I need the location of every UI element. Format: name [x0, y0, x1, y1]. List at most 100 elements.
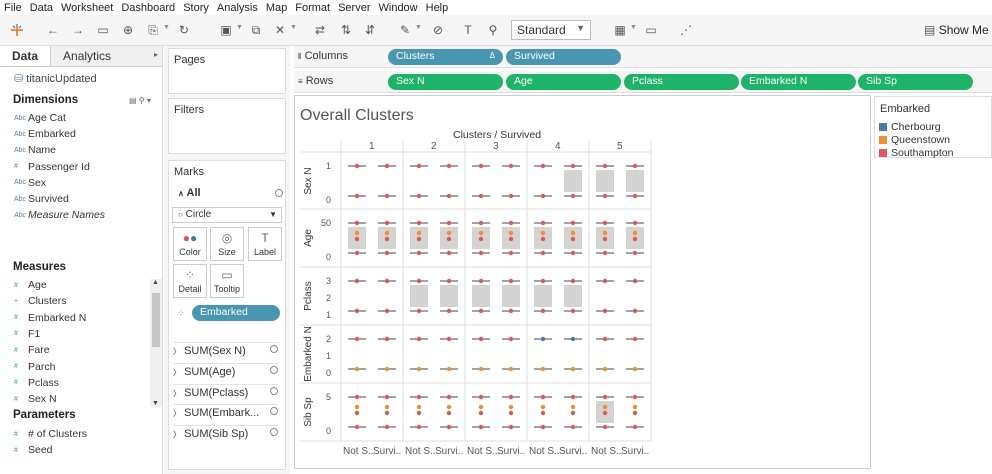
- pane-menu-icon[interactable]: ▸: [154, 50, 158, 59]
- scroll-thumb[interactable]: [152, 293, 160, 347]
- data-point: [416, 308, 422, 314]
- menu-dashboard[interactable]: Dashboard: [117, 2, 179, 14]
- marks-measure-row[interactable]: 〉 SUM(Pclass): [173, 383, 278, 399]
- tab-data[interactable]: Data: [0, 46, 51, 66]
- measure-age[interactable]: # Age: [14, 279, 47, 291]
- new-datasource-icon[interactable]: ⊕: [120, 22, 136, 38]
- embarked-color-pill[interactable]: Embarked: [192, 305, 280, 321]
- menu-format[interactable]: Format: [291, 2, 334, 14]
- color-button[interactable]: ●● Color: [173, 227, 207, 261]
- marks-measure-row[interactable]: 〉 SUM(Age): [173, 362, 278, 378]
- measure-parch[interactable]: # Parch: [14, 361, 55, 373]
- show-me-button[interactable]: ▤ Show Me: [924, 23, 989, 37]
- chevron-down-icon[interactable]: ▾: [147, 96, 151, 105]
- marks-measure-row[interactable]: 〉 SUM(Embark...: [173, 404, 278, 419]
- share-icon[interactable]: ⋰: [678, 22, 694, 38]
- measure-pclass[interactable]: # Pclass: [14, 377, 59, 389]
- group-icon[interactable]: ⊘: [430, 22, 446, 38]
- rows-icon: ≡: [298, 77, 303, 86]
- save-icon[interactable]: ▭: [95, 22, 111, 38]
- scroll-down-icon[interactable]: ▼: [152, 400, 159, 407]
- embarked-n-row-pill[interactable]: Embarked N: [741, 74, 856, 90]
- chevron-down-icon[interactable]: ▼: [290, 24, 297, 34]
- pin-icon[interactable]: ⚲: [485, 22, 501, 38]
- marks-all[interactable]: ∧ All: [178, 187, 283, 199]
- legend-item-cherbourg[interactable]: Cherbourg: [879, 121, 941, 133]
- highlight-icon[interactable]: ✎: [397, 22, 413, 38]
- menu-window[interactable]: Window: [375, 2, 422, 14]
- tooltip-button[interactable]: ▭ Tooltip: [210, 264, 244, 298]
- size-button[interactable]: ◎ Size: [210, 227, 244, 261]
- dimension-name[interactable]: Abc Name: [14, 144, 56, 156]
- filters-card[interactable]: Filters: [168, 98, 286, 154]
- dimension-embarked[interactable]: Abc Embarked: [14, 128, 76, 140]
- pages-card[interactable]: Pages: [168, 48, 286, 94]
- dimension-sex[interactable]: Abc Sex: [14, 177, 46, 189]
- legend-item-southampton[interactable]: Southampton: [879, 147, 953, 159]
- data-point: [602, 308, 608, 314]
- refresh-icon[interactable]: ↻: [176, 22, 192, 38]
- marks-measure-row[interactable]: 〉 SUM(Sex N): [173, 342, 278, 357]
- menu-worksheet[interactable]: Worksheet: [57, 2, 117, 14]
- menu-server[interactable]: Server: [334, 2, 374, 14]
- menu-map[interactable]: Map: [262, 2, 291, 14]
- measure-f1[interactable]: # F1: [14, 328, 40, 340]
- chevron-down-icon: ▼: [269, 210, 277, 219]
- data-point: [570, 410, 576, 416]
- measures-scrollbar[interactable]: ▲ ▼: [150, 279, 162, 407]
- survived-column-pill[interactable]: Survived: [506, 49, 621, 65]
- pause-updates-icon[interactable]: ⎘: [145, 22, 161, 38]
- dimension-survived[interactable]: Abc Survived: [14, 193, 69, 205]
- measure-clusters[interactable]: + Clusters: [14, 295, 67, 307]
- pclass-row-pill[interactable]: Pclass: [624, 74, 739, 90]
- field-label: Survived: [28, 193, 69, 205]
- parameter-seed[interactable]: # Seed: [14, 444, 53, 456]
- undo-icon[interactable]: ←: [45, 22, 61, 38]
- chevron-down-icon[interactable]: ▼: [415, 24, 422, 34]
- clear-icon[interactable]: ✕: [272, 22, 288, 38]
- tableau-logo-icon[interactable]: [9, 22, 25, 38]
- view-list-icon[interactable]: ▤: [129, 96, 137, 105]
- chevron-down-icon: ∧: [178, 189, 184, 198]
- chevron-down-icon[interactable]: ▼: [163, 24, 170, 34]
- menu-story[interactable]: Story: [179, 2, 213, 14]
- redo-icon[interactable]: →: [70, 22, 86, 38]
- sib-sp-row-pill[interactable]: Sib Sp: [858, 74, 973, 90]
- age-row-pill[interactable]: Age: [506, 74, 621, 90]
- measure-sex-n[interactable]: # Sex N: [14, 393, 57, 405]
- label-button[interactable]: T Label: [248, 227, 282, 261]
- data-point: [384, 424, 390, 430]
- dimension-passenger-id[interactable]: # Passenger Id: [14, 161, 90, 173]
- data-point: [478, 250, 484, 256]
- scroll-up-icon[interactable]: ▲: [152, 279, 159, 286]
- presentation-icon[interactable]: ▭: [643, 22, 659, 38]
- mark-type-select[interactable]: ○ Circle ▼: [172, 207, 282, 223]
- menu-data[interactable]: Data: [26, 2, 57, 14]
- menu-analysis[interactable]: Analysis: [213, 2, 262, 14]
- dimension-measure-names[interactable]: Abc Measure Names: [14, 209, 105, 221]
- clusters-column-pill[interactable]: Clusters Δ: [388, 49, 503, 65]
- detail-button[interactable]: ⁘ Detail: [173, 264, 207, 298]
- sort-descending-icon[interactable]: ⇵: [362, 22, 378, 38]
- dimension-age-cat[interactable]: Abc Age Cat: [14, 112, 66, 124]
- new-worksheet-icon[interactable]: ▣: [218, 22, 234, 38]
- datasource-item[interactable]: ⛁ titanicUpdated: [14, 72, 97, 85]
- show-cards-icon[interactable]: ▦: [612, 22, 628, 38]
- sex-n-row-pill[interactable]: Sex N: [388, 74, 503, 90]
- sort-ascending-icon[interactable]: ⇅: [338, 22, 354, 38]
- label-icon[interactable]: T: [460, 22, 476, 38]
- swap-icon[interactable]: ⇄: [312, 22, 328, 38]
- tab-analytics[interactable]: Analytics ▸: [50, 46, 162, 66]
- fit-select[interactable]: Standard ▼: [511, 20, 591, 40]
- search-icon[interactable]: ⚲: [139, 96, 145, 105]
- legend-item-queenstown[interactable]: Queenstown: [879, 134, 950, 146]
- marks-measure-row[interactable]: 〉 SUM(Sib Sp): [173, 425, 278, 440]
- parameter-of-clusters[interactable]: # # of Clusters: [14, 428, 87, 440]
- menu-help[interactable]: Help: [422, 2, 453, 14]
- menu-file[interactable]: File: [0, 2, 26, 14]
- duplicate-icon[interactable]: ⧉: [248, 22, 264, 38]
- measure-fare[interactable]: # Fare: [14, 344, 50, 356]
- chevron-down-icon[interactable]: ▼: [236, 24, 243, 34]
- measure-embarked-n[interactable]: # Embarked N: [14, 312, 86, 324]
- chevron-down-icon[interactable]: ▼: [630, 24, 637, 34]
